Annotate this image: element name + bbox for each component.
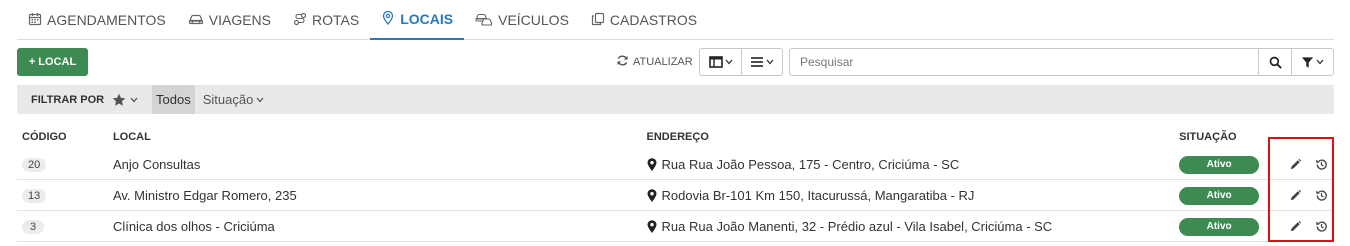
toolbar: + LOCAL ATUALIZAR <box>17 48 1334 76</box>
actions-cell <box>1276 189 1334 202</box>
refresh-icon <box>616 54 629 70</box>
address-cell: Rua Rua João Manenti, 32 - Prédio azul -… <box>647 219 1180 234</box>
list-density-button[interactable] <box>741 49 782 75</box>
actions-cell <box>1276 158 1334 171</box>
header-endereco[interactable]: ENDEREÇO <box>647 131 1180 143</box>
local-cell: Anjo Consultas <box>112 156 201 172</box>
chevron-down-icon <box>766 59 774 65</box>
filter-bar: FILTRAR POR Todos Situação <box>17 85 1334 114</box>
code-badge: 3 <box>22 220 44 234</box>
edit-icon[interactable] <box>1289 189 1302 202</box>
situacao-dropdown[interactable]: Situação <box>203 92 265 107</box>
history-icon[interactable] <box>1315 189 1328 202</box>
filter-label: FILTRAR POR <box>31 93 105 106</box>
chevron-down-icon <box>1316 59 1324 65</box>
tab-label: ROTAS <box>312 12 360 28</box>
code-cell: 20 <box>17 156 113 172</box>
favorites-dropdown[interactable] <box>112 93 152 107</box>
tab-agendamentos[interactable]: AGENDAMENTOS <box>17 0 177 40</box>
filter-todos-label: Todos <box>156 92 191 107</box>
header-local[interactable]: LOCAL <box>113 131 647 143</box>
search-box <box>789 48 1334 76</box>
star-icon <box>112 93 126 107</box>
filter-icon <box>1301 56 1314 69</box>
history-icon[interactable] <box>1315 220 1328 233</box>
code-badge: 13 <box>22 189 47 203</box>
edit-icon[interactable] <box>1289 158 1302 171</box>
situacao-label: Situação <box>202 92 254 107</box>
code-cell: 13 <box>17 187 113 203</box>
status-cell: Ativo <box>1179 155 1276 174</box>
tab-veiculos[interactable]: VEÍCULOS <box>464 0 580 40</box>
tab-cadastros[interactable]: CADASTROS <box>580 0 708 40</box>
map-marker-icon <box>647 157 657 171</box>
status-cell: Ativo <box>1179 217 1276 236</box>
chevron-down-icon <box>725 59 733 65</box>
route-icon <box>293 12 307 29</box>
chevron-down-icon <box>130 97 138 103</box>
add-local-label: + LOCAL <box>28 56 77 68</box>
refresh-button[interactable]: ATUALIZAR <box>616 48 693 76</box>
refresh-label: ATUALIZAR <box>633 56 693 68</box>
add-local-button[interactable]: + LOCAL <box>17 48 88 76</box>
table-row[interactable]: 3 Clínica dos olhos - Criciúma Rua Rua J… <box>17 211 1334 242</box>
table-row[interactable]: 13 Av. Ministro Edgar Romero, 235 Rodovi… <box>17 180 1334 211</box>
header-situacao[interactable]: SITUAÇÃO <box>1179 131 1276 143</box>
status-badge: Ativo <box>1179 186 1260 205</box>
tab-label: AGENDAMENTOS <box>47 12 166 28</box>
header-codigo[interactable]: CÓDIGO <box>17 131 113 143</box>
columns-icon <box>708 56 723 68</box>
car-icon <box>188 12 204 29</box>
edit-icon[interactable] <box>1289 220 1302 233</box>
local-cell: Av. Ministro Edgar Romero, 235 <box>112 187 297 203</box>
copy-icon <box>591 12 605 29</box>
tab-label: CADASTROS <box>609 12 698 28</box>
map-marker-icon <box>381 10 395 28</box>
history-icon[interactable] <box>1315 158 1328 171</box>
search-input[interactable] <box>790 49 1258 75</box>
table-row[interactable]: 20 Anjo Consultas Rua Rua João Pessoa, 1… <box>17 149 1334 180</box>
address-text: Rua Rua João Pessoa, 175 - Centro, Crici… <box>661 156 960 172</box>
tab-rotas[interactable]: ROTAS <box>282 0 370 40</box>
tab-label: VEÍCULOS <box>498 12 569 28</box>
filter-button[interactable] <box>1291 49 1333 75</box>
code-badge: 20 <box>22 158 47 172</box>
local-cell: Clínica dos olhos - Criciúma <box>112 218 275 234</box>
view-options-group <box>699 48 783 76</box>
address-text: Rodovia Br-101 Km 150, Itacurussá, Manga… <box>661 187 975 203</box>
tab-locais[interactable]: LOCAIS <box>370 0 465 40</box>
tab-viagens[interactable]: VIAGENS <box>177 0 282 40</box>
list-icon <box>750 56 764 68</box>
table-header: CÓDIGO LOCAL ENDEREÇO SITUAÇÃO <box>17 124 1334 149</box>
map-marker-icon <box>647 219 657 233</box>
columns-toggle-button[interactable] <box>700 49 741 75</box>
tab-label: LOCAIS <box>400 11 454 27</box>
calendar-icon <box>28 12 42 29</box>
address-cell: Rodovia Br-101 Km 150, Itacurussá, Manga… <box>647 188 1180 203</box>
status-cell: Ativo <box>1179 186 1276 205</box>
status-badge: Ativo <box>1179 217 1260 236</box>
map-marker-icon <box>647 188 657 202</box>
locais-table: CÓDIGO LOCAL ENDEREÇO SITUAÇÃO 20 Anjo C… <box>17 124 1334 242</box>
vehicles-icon <box>475 12 493 29</box>
filter-todos[interactable]: Todos <box>152 85 195 114</box>
code-cell: 3 <box>17 218 113 234</box>
search-button[interactable] <box>1258 49 1291 75</box>
address-cell: Rua Rua João Pessoa, 175 - Centro, Crici… <box>647 157 1180 172</box>
actions-cell <box>1276 220 1334 233</box>
tab-label: VIAGENS <box>208 12 272 28</box>
chevron-down-icon <box>256 97 264 103</box>
status-badge: Ativo <box>1179 155 1260 174</box>
search-icon <box>1269 56 1282 69</box>
address-text: Rua Rua João Manenti, 32 - Prédio azul -… <box>661 218 1053 234</box>
nav-tabs: AGENDAMENTOS VIAGENS ROTAS LOCAIS VEÍCUL… <box>17 0 1334 40</box>
